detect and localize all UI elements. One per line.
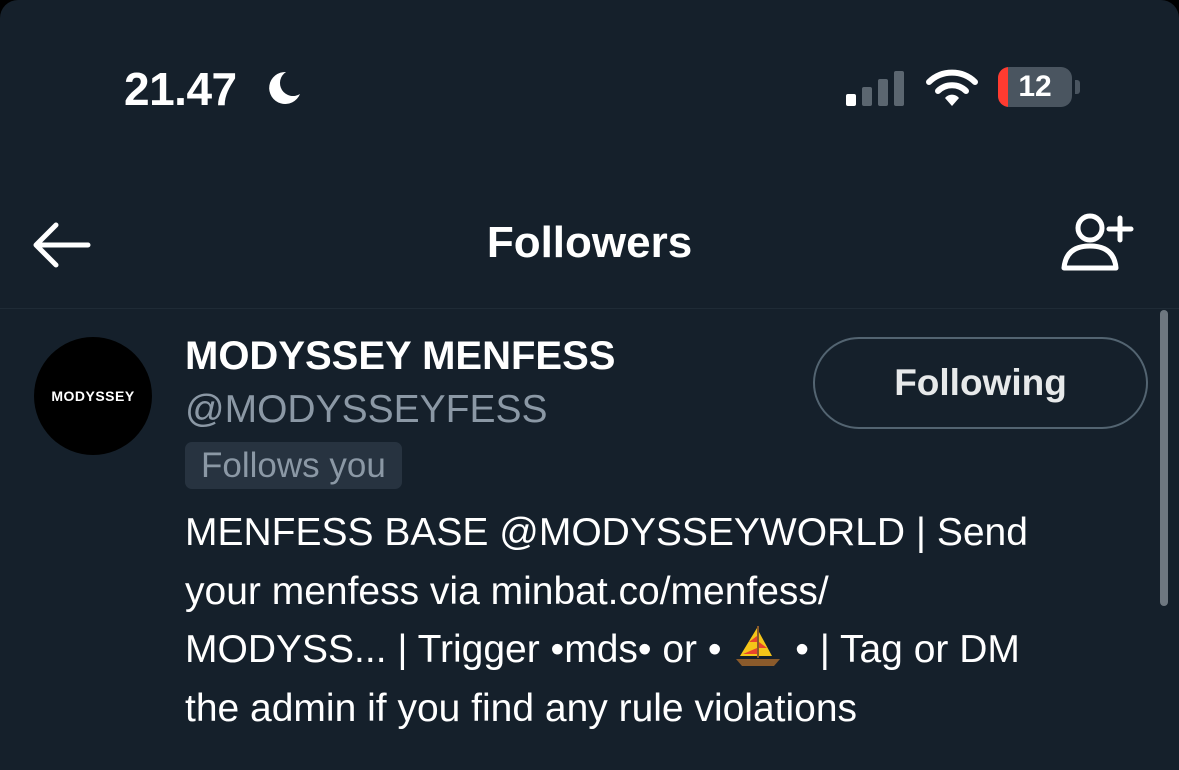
scrollbar[interactable] xyxy=(1160,310,1168,606)
page-title: Followers xyxy=(486,218,693,267)
sailboat-icon xyxy=(736,626,781,666)
bio-text: • | Tag or DM xyxy=(795,628,1020,671)
battery-level: 12 xyxy=(1018,70,1052,103)
bio-line: MODYSS... | Trigger •mds• or • • | Tag o… xyxy=(185,621,1120,680)
following-button[interactable]: Following xyxy=(813,337,1148,429)
add-user-icon[interactable] xyxy=(1058,210,1134,274)
bio-line: the admin if you find any rule violation… xyxy=(185,686,858,730)
moon-icon xyxy=(269,71,300,104)
display-name[interactable]: MODYSSEY MENFESS xyxy=(185,334,615,379)
avatar-logo-text: MODYSSEY xyxy=(51,388,135,404)
wifi-icon xyxy=(926,69,978,106)
battery-cap xyxy=(1075,80,1080,94)
app-screen: 21.47 12 Followers MODYSSEY MODYSSEY MEN… xyxy=(0,0,1179,770)
battery-icon: 12 xyxy=(998,67,1072,107)
follows-you-badge: Follows you xyxy=(185,442,402,489)
user-handle: @MODYSSEYFESS xyxy=(185,388,548,431)
bio-text: MODYSS... | Trigger •mds• or • xyxy=(185,628,722,671)
signal-icon xyxy=(846,71,904,106)
bio-line: your menfess via minbat.co/menfess/ xyxy=(185,569,829,613)
status-time: 21.47 xyxy=(124,63,237,115)
avatar[interactable]: MODYSSEY xyxy=(34,337,152,455)
bio-line: MENFESS BASE @MODYSSEYWORLD | Send xyxy=(185,511,1028,554)
user-bio: MENFESS BASE @MODYSSEYWORLD | Send your … xyxy=(185,504,1120,738)
header-divider xyxy=(0,308,1179,309)
